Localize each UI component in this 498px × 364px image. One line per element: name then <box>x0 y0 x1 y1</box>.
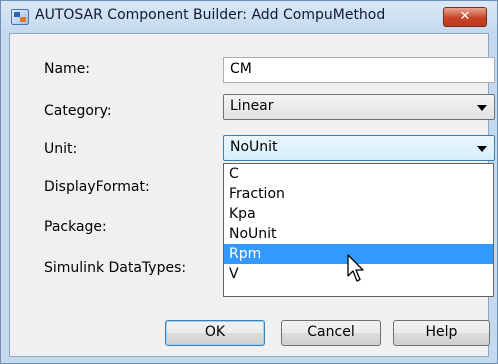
category-select-value: Linear <box>230 98 274 114</box>
title-bar[interactable]: AUTOSAR Component Builder: Add CompuMeth… <box>1 1 497 33</box>
ok-button[interactable]: OK <box>165 320 265 346</box>
chevron-down-icon <box>477 105 487 111</box>
unit-select-value: NoUnit <box>230 139 278 155</box>
package-label: Package: <box>44 219 107 235</box>
unit-option-nounit[interactable]: NoUnit <box>224 224 493 244</box>
help-button[interactable]: Help <box>393 320 490 346</box>
category-label: Category: <box>44 103 112 119</box>
chevron-down-icon <box>477 146 487 152</box>
unit-label: Unit: <box>44 141 78 157</box>
unit-option-c[interactable]: C <box>224 164 493 184</box>
unit-option-fraction[interactable]: Fraction <box>224 184 493 204</box>
name-label: Name: <box>44 61 91 77</box>
unit-select[interactable]: NoUnit <box>223 135 495 161</box>
datatypes-label: Simulink DataTypes: <box>44 260 187 276</box>
close-button[interactable]: ✕ <box>443 7 487 27</box>
category-select[interactable]: Linear <box>223 94 495 120</box>
mouse-pointer-icon <box>347 254 364 282</box>
app-icon <box>11 9 29 25</box>
displayformat-label: DisplayFormat: <box>44 179 150 195</box>
name-field[interactable]: CM <box>223 57 495 83</box>
cancel-button[interactable]: Cancel <box>281 320 381 346</box>
window-title: AUTOSAR Component Builder: Add CompuMeth… <box>35 7 386 23</box>
unit-option-kpa[interactable]: Kpa <box>224 204 493 224</box>
dialog-window: AUTOSAR Component Builder: Add CompuMeth… <box>0 0 498 364</box>
